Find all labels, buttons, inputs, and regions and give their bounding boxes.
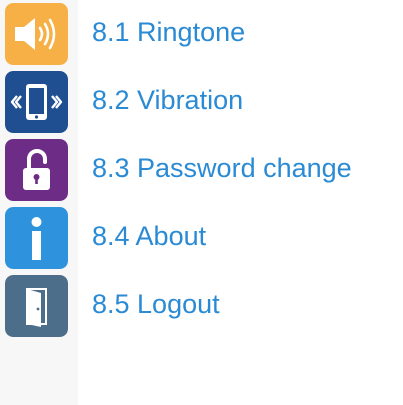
menu-item-password-change[interactable]: 8.3 Password change bbox=[0, 136, 403, 204]
unlocked-padlock-icon bbox=[5, 139, 68, 201]
vibrating-phone-icon bbox=[5, 71, 68, 133]
menu-item-vibration[interactable]: 8.2 Vibration bbox=[0, 68, 403, 136]
menu-item-label: 8.1 Ringtone bbox=[92, 17, 246, 47]
door-icon bbox=[5, 275, 68, 337]
menu-item-about[interactable]: 8.4 About bbox=[0, 204, 403, 272]
menu-item-label: 8.5 Logout bbox=[92, 289, 220, 319]
speaker-icon bbox=[5, 3, 68, 65]
info-icon bbox=[5, 207, 68, 269]
menu-item-logout[interactable]: 8.5 Logout bbox=[0, 272, 403, 340]
menu-item-label: 8.3 Password change bbox=[92, 153, 352, 183]
menu-item-label: 8.2 Vibration bbox=[92, 85, 244, 115]
menu-item-ringtone[interactable]: 8.1 Ringtone bbox=[0, 0, 403, 68]
menu-item-label: 8.4 About bbox=[92, 221, 207, 251]
